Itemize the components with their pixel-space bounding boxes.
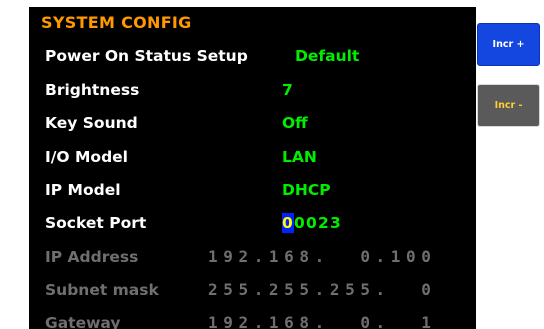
screen-title: SYSTEM CONFIG — [41, 13, 192, 32]
port-digit-cursor[interactable]: 0 — [282, 213, 294, 233]
setting-label: Subnet mask — [45, 281, 159, 299]
setting-label: Gateway — [45, 314, 121, 329]
decrement-button[interactable]: Incr - — [477, 84, 540, 127]
port-digit[interactable]: 2 — [318, 213, 330, 233]
setting-row-ip-address: IP Address 192.168. 0.100 — [29, 242, 476, 272]
setting-label: Key Sound — [45, 114, 138, 132]
setting-label: IP Address — [45, 248, 139, 266]
setting-value: Off — [282, 114, 308, 132]
setting-label: Brightness — [45, 81, 140, 99]
setting-row-ip-model[interactable]: IP Model DHCP — [29, 175, 476, 205]
setting-value: LAN — [282, 148, 317, 166]
setting-row-brightness[interactable]: Brightness 7 — [29, 75, 476, 105]
socket-port-value: 00023 — [282, 213, 342, 233]
setting-value: Default — [295, 47, 360, 65]
setting-label: I/O Model — [45, 148, 128, 166]
setting-row-io-model[interactable]: I/O Model LAN — [29, 142, 476, 172]
setting-row-gateway: Gateway 192.168. 0. 1 — [29, 308, 476, 329]
setting-value: 7 — [282, 81, 293, 99]
gateway-value: 192.168. 0. 1 — [208, 313, 437, 329]
port-digit[interactable]: 0 — [294, 213, 306, 233]
setting-label: IP Model — [45, 181, 121, 199]
setting-value: DHCP — [282, 181, 331, 199]
port-digit[interactable]: 3 — [330, 213, 342, 233]
setting-row-subnet-mask: Subnet mask 255.255.255. 0 — [29, 275, 476, 305]
increment-button[interactable]: Incr + — [477, 23, 540, 66]
config-screen: SYSTEM CONFIG Power On Status Setup Defa… — [29, 7, 476, 329]
ip-address-value: 192.168. 0.100 — [208, 247, 437, 266]
setting-label: Power On Status Setup — [45, 47, 248, 65]
port-digit[interactable]: 0 — [306, 213, 318, 233]
setting-row-power-on-status[interactable]: Power On Status Setup Default — [29, 41, 476, 71]
subnet-mask-value: 255.255.255. 0 — [208, 280, 437, 299]
setting-label: Socket Port — [45, 214, 147, 232]
setting-row-key-sound[interactable]: Key Sound Off — [29, 108, 476, 138]
setting-row-socket-port[interactable]: Socket Port 00023 — [29, 208, 476, 238]
